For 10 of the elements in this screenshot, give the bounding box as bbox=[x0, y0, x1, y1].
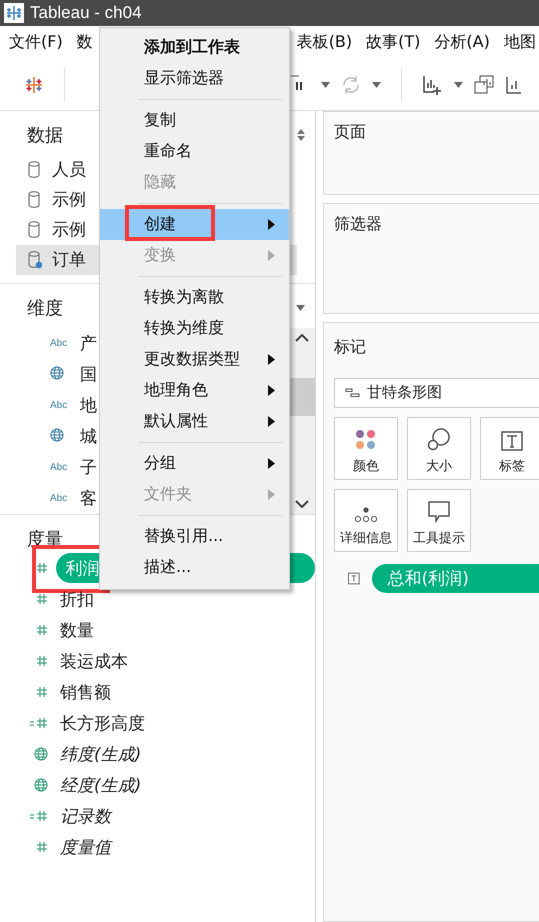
card-title: 页面 bbox=[334, 122, 367, 143]
string-type-icon: Abc bbox=[50, 462, 68, 473]
pane-title: 维度 bbox=[27, 296, 63, 320]
window-title: Tableau - ch04 bbox=[30, 3, 142, 24]
string-type-icon: Abc bbox=[50, 400, 68, 411]
string-type-icon: Abc bbox=[50, 338, 68, 349]
card-title: 筛选器 bbox=[334, 214, 383, 235]
pane-title: 数据 bbox=[27, 124, 63, 147]
string-type-icon: Abc bbox=[50, 492, 68, 504]
card-title: 标记 bbox=[334, 336, 367, 358]
